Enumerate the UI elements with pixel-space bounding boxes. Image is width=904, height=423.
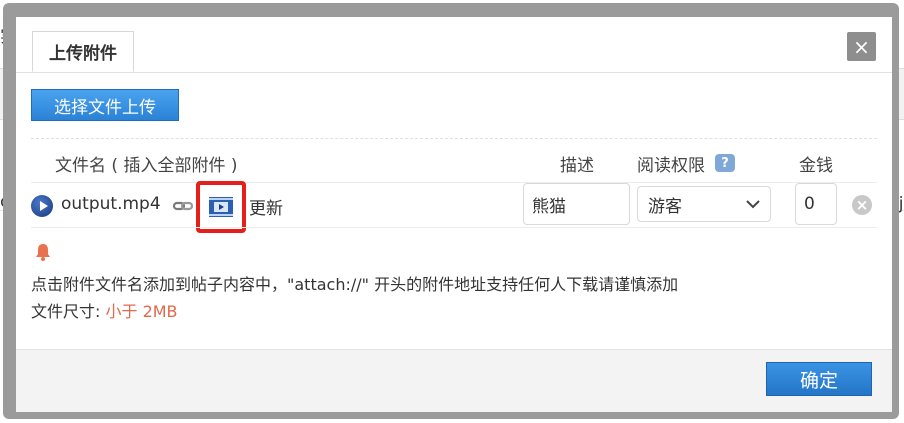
dialog-footer: 确定 xyxy=(16,349,892,412)
link-icon[interactable] xyxy=(173,199,193,213)
chevron-down-icon xyxy=(746,200,760,209)
file-size-limit: 小于 2MB xyxy=(105,302,178,321)
confirm-button[interactable]: 确定 xyxy=(766,362,872,396)
update-attachment-link[interactable]: 更新 xyxy=(249,194,283,219)
remove-attachment-icon[interactable]: × xyxy=(852,195,872,215)
upload-attachment-dialog: 上传附件 × 选择文件上传 文件名 ( 插入全部附件 ) 描述 阅读权限 ? 金… xyxy=(16,17,892,412)
video-icon xyxy=(209,197,233,217)
read-permission-select[interactable]: 游客 xyxy=(637,186,771,222)
column-header-description: 描述 xyxy=(560,156,594,176)
filename-label: 文件名 xyxy=(55,156,106,176)
attachment-filename-link[interactable]: output.mp4 xyxy=(61,194,161,214)
help-icon[interactable]: ? xyxy=(715,154,735,172)
close-button[interactable]: × xyxy=(847,32,876,61)
video-file-play-icon xyxy=(31,195,53,217)
upload-tip-text: 点击附件文件名添加到帖子内容中，"attach://" 开头的附件地址支持任何人… xyxy=(31,275,679,294)
bell-icon xyxy=(36,244,50,261)
money-value: 0 xyxy=(804,194,815,214)
dialog-overlay-frame: 上传附件 × 选择文件上传 文件名 ( 插入全部附件 ) 描述 阅读权限 ? 金… xyxy=(3,3,899,419)
column-header-money: 金钱 xyxy=(799,156,833,176)
dialog-tab-bar: 上传附件 × xyxy=(16,17,892,73)
money-input[interactable]: 0 xyxy=(795,183,837,225)
row-divider xyxy=(31,182,877,183)
header-divider xyxy=(31,138,877,139)
file-size-label: 文件尺寸: xyxy=(31,302,106,321)
tab-upload-attachment[interactable]: 上传附件 xyxy=(32,31,134,72)
read-permission-value: 游客 xyxy=(648,196,682,217)
insert-all-attachments-link[interactable]: ( 插入全部附件 ) xyxy=(111,156,237,176)
column-header-read-permission: 阅读权限 xyxy=(637,156,705,176)
description-input[interactable]: 熊猫 xyxy=(523,183,630,225)
close-icon: × xyxy=(853,34,870,59)
column-header-filename: 文件名 ( 插入全部附件 ) xyxy=(55,151,237,176)
row-divider xyxy=(31,227,877,228)
description-value: 熊猫 xyxy=(532,196,566,217)
insert-video-button-highlighted[interactable] xyxy=(196,181,246,233)
file-size-info: 文件尺寸: 小于 2MB xyxy=(31,298,178,322)
select-file-upload-button[interactable]: 选择文件上传 xyxy=(31,89,179,121)
